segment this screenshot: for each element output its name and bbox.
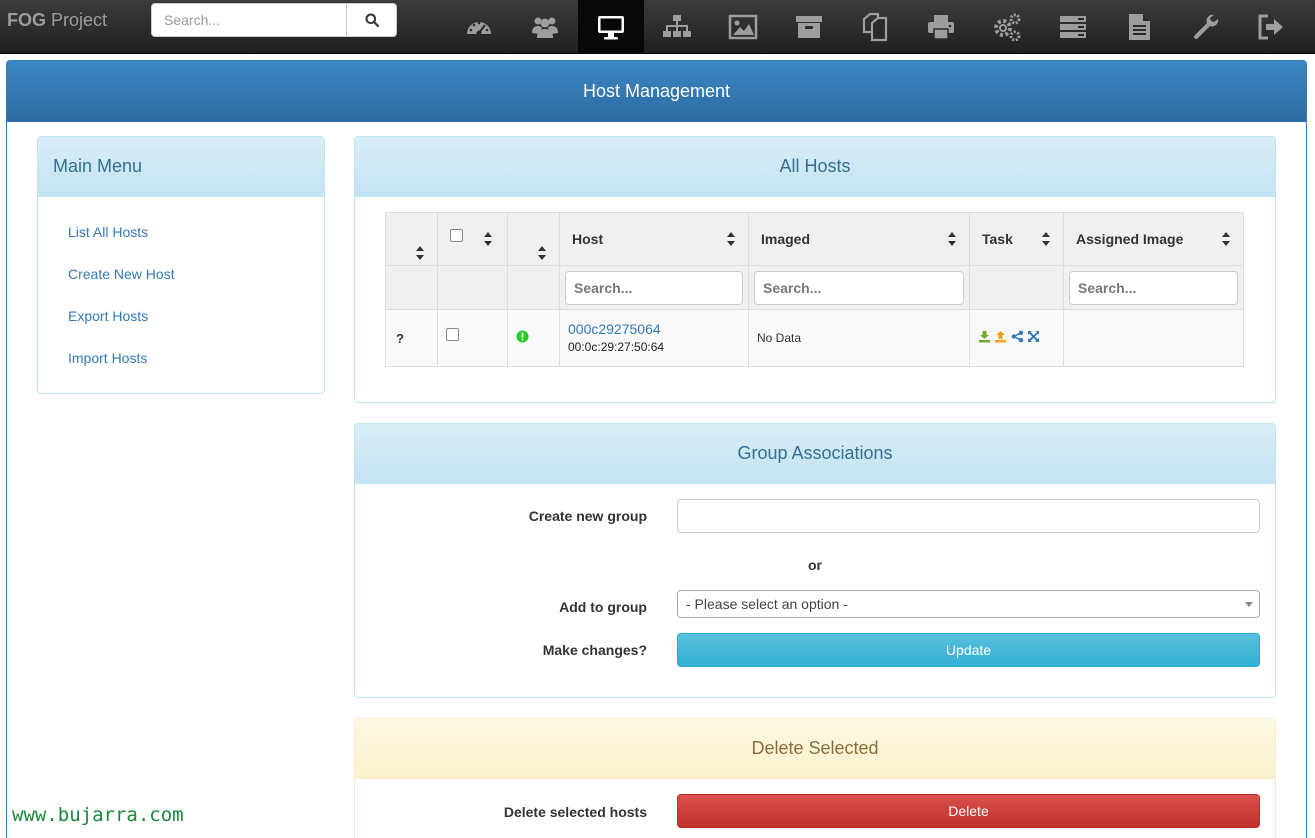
search-button[interactable] — [346, 3, 397, 37]
menu-item-create-new-host: Create New Host — [38, 253, 324, 295]
menu-item-export-hosts: Export Hosts — [38, 295, 324, 337]
nav-groups[interactable] — [644, 0, 710, 54]
nav-icon-bar — [446, 0, 1304, 54]
sort-icon — [727, 232, 735, 246]
sitemap-icon — [663, 15, 691, 37]
create-new-host-link[interactable]: Create New Host — [68, 266, 175, 282]
chevron-down-icon — [1245, 602, 1253, 607]
deploy-icon[interactable] — [978, 330, 991, 343]
all-hosts-panel: All Hosts Host Imaged Task Assigned Imag… — [354, 136, 1276, 403]
nav-reports[interactable] — [1106, 0, 1172, 54]
all-hosts-title: All Hosts — [355, 137, 1275, 197]
nav-services[interactable] — [974, 0, 1040, 54]
dashboard-icon — [467, 21, 491, 36]
select-all-checkbox[interactable] — [450, 229, 463, 242]
nav-plugins[interactable] — [1040, 0, 1106, 54]
host-mac-address: 00:0c:29:27:50:64 — [568, 340, 665, 354]
capture-icon[interactable] — [994, 330, 1007, 343]
table-search-row — [385, 265, 1244, 310]
sort-icon — [484, 232, 492, 246]
users-icon — [532, 17, 558, 38]
print-icon — [928, 15, 954, 40]
nav-snapins[interactable] — [842, 0, 908, 54]
wrench-icon — [1193, 14, 1219, 40]
ping-status-icon — [516, 330, 529, 343]
ping-column-header[interactable] — [507, 212, 560, 266]
search-icon — [365, 13, 379, 27]
make-changes-label: Make changes? — [542, 642, 647, 658]
host-status: ? — [385, 309, 438, 367]
imaged-search-input[interactable] — [754, 270, 964, 305]
sign-out-icon — [1258, 14, 1283, 40]
menu-item-list-all-hosts: List All Hosts — [38, 211, 324, 253]
host-management-panel: Host Management Main Menu List All Hosts… — [6, 60, 1307, 838]
import-hosts-link[interactable]: Import Hosts — [68, 350, 147, 366]
search-input[interactable] — [151, 3, 347, 37]
host-name-link[interactable]: 000c29275064 — [568, 320, 740, 338]
table-header-row: Host Imaged Task Assigned Image — [385, 212, 1244, 266]
nav-logout[interactable] — [1238, 0, 1304, 54]
table-row: ? 000c29275064 00:0c:29:27:50:64 No Data — [385, 309, 1244, 367]
copy-icon — [862, 12, 888, 42]
top-navbar: FOG Project — [0, 0, 1315, 54]
imaged-column-header[interactable]: Imaged — [748, 212, 970, 266]
desktop-icon — [598, 16, 624, 40]
host-row-checkbox[interactable] — [446, 328, 459, 341]
export-hosts-link[interactable]: Export Hosts — [68, 308, 148, 324]
or-label: or — [808, 557, 822, 573]
nav-settings[interactable] — [1172, 0, 1238, 54]
nav-search — [151, 3, 397, 37]
group-associations-panel: Group Associations Create new group or A… — [354, 423, 1276, 698]
status-column-header[interactable] — [385, 212, 438, 266]
sort-icon — [948, 232, 956, 246]
nav-dashboard[interactable] — [446, 0, 512, 54]
archive-icon — [796, 16, 822, 38]
nav-users[interactable] — [512, 0, 578, 54]
group-select[interactable]: - Please select an option - — [677, 590, 1260, 618]
expand-icon[interactable] — [1027, 330, 1040, 343]
watermark: www.bujarra.com — [12, 804, 184, 826]
create-group-label: Create new group — [528, 508, 647, 524]
nav-storage[interactable] — [776, 0, 842, 54]
main-menu: Main Menu List All Hosts Create New Host… — [37, 136, 325, 394]
sort-icon — [1222, 232, 1230, 246]
assigned-image-column-header[interactable]: Assigned Image — [1063, 212, 1244, 266]
host-assigned-image — [1063, 309, 1244, 367]
delete-hosts-label: Delete selected hosts — [503, 804, 647, 820]
hosts-table: Host Imaged Task Assigned Image Search..… — [385, 212, 1244, 367]
task-column-header[interactable]: Task — [969, 212, 1064, 266]
sort-icon — [416, 246, 424, 260]
select-column-header[interactable] — [437, 212, 508, 266]
nav-images[interactable] — [710, 0, 776, 54]
assigned-image-search-input[interactable] — [1069, 270, 1238, 305]
host-column-header[interactable]: Host — [559, 212, 749, 266]
image-icon — [728, 14, 758, 40]
sort-icon — [538, 246, 546, 260]
nav-printers[interactable] — [908, 0, 974, 54]
delete-selected-panel: Delete Selected Delete selected hosts De… — [354, 718, 1276, 838]
server-icon — [1060, 16, 1086, 38]
sort-icon — [1042, 232, 1050, 246]
brand-logo[interactable]: FOG Project — [7, 10, 107, 31]
file-icon — [1129, 14, 1150, 40]
host-search-input[interactable] — [565, 270, 743, 305]
page-title: Host Management — [7, 61, 1306, 122]
delete-button[interactable]: Delete — [677, 794, 1260, 828]
main-menu-title: Main Menu — [38, 137, 324, 197]
share-icon[interactable] — [1011, 330, 1024, 343]
main-menu-list: List All Hosts Create New Host Export Ho… — [38, 197, 324, 379]
host-imaged: No Data — [748, 309, 970, 367]
update-button[interactable]: Update — [677, 633, 1260, 667]
menu-item-import-hosts: Import Hosts — [38, 337, 324, 379]
nav-hosts[interactable] — [578, 0, 644, 54]
delete-selected-title: Delete Selected — [355, 719, 1275, 779]
group-associations-title: Group Associations — [355, 424, 1275, 484]
create-group-input[interactable] — [677, 499, 1260, 533]
cogs-icon — [994, 13, 1021, 42]
add-group-label: Add to group — [559, 599, 647, 615]
list-all-hosts-link[interactable]: List All Hosts — [68, 224, 148, 240]
